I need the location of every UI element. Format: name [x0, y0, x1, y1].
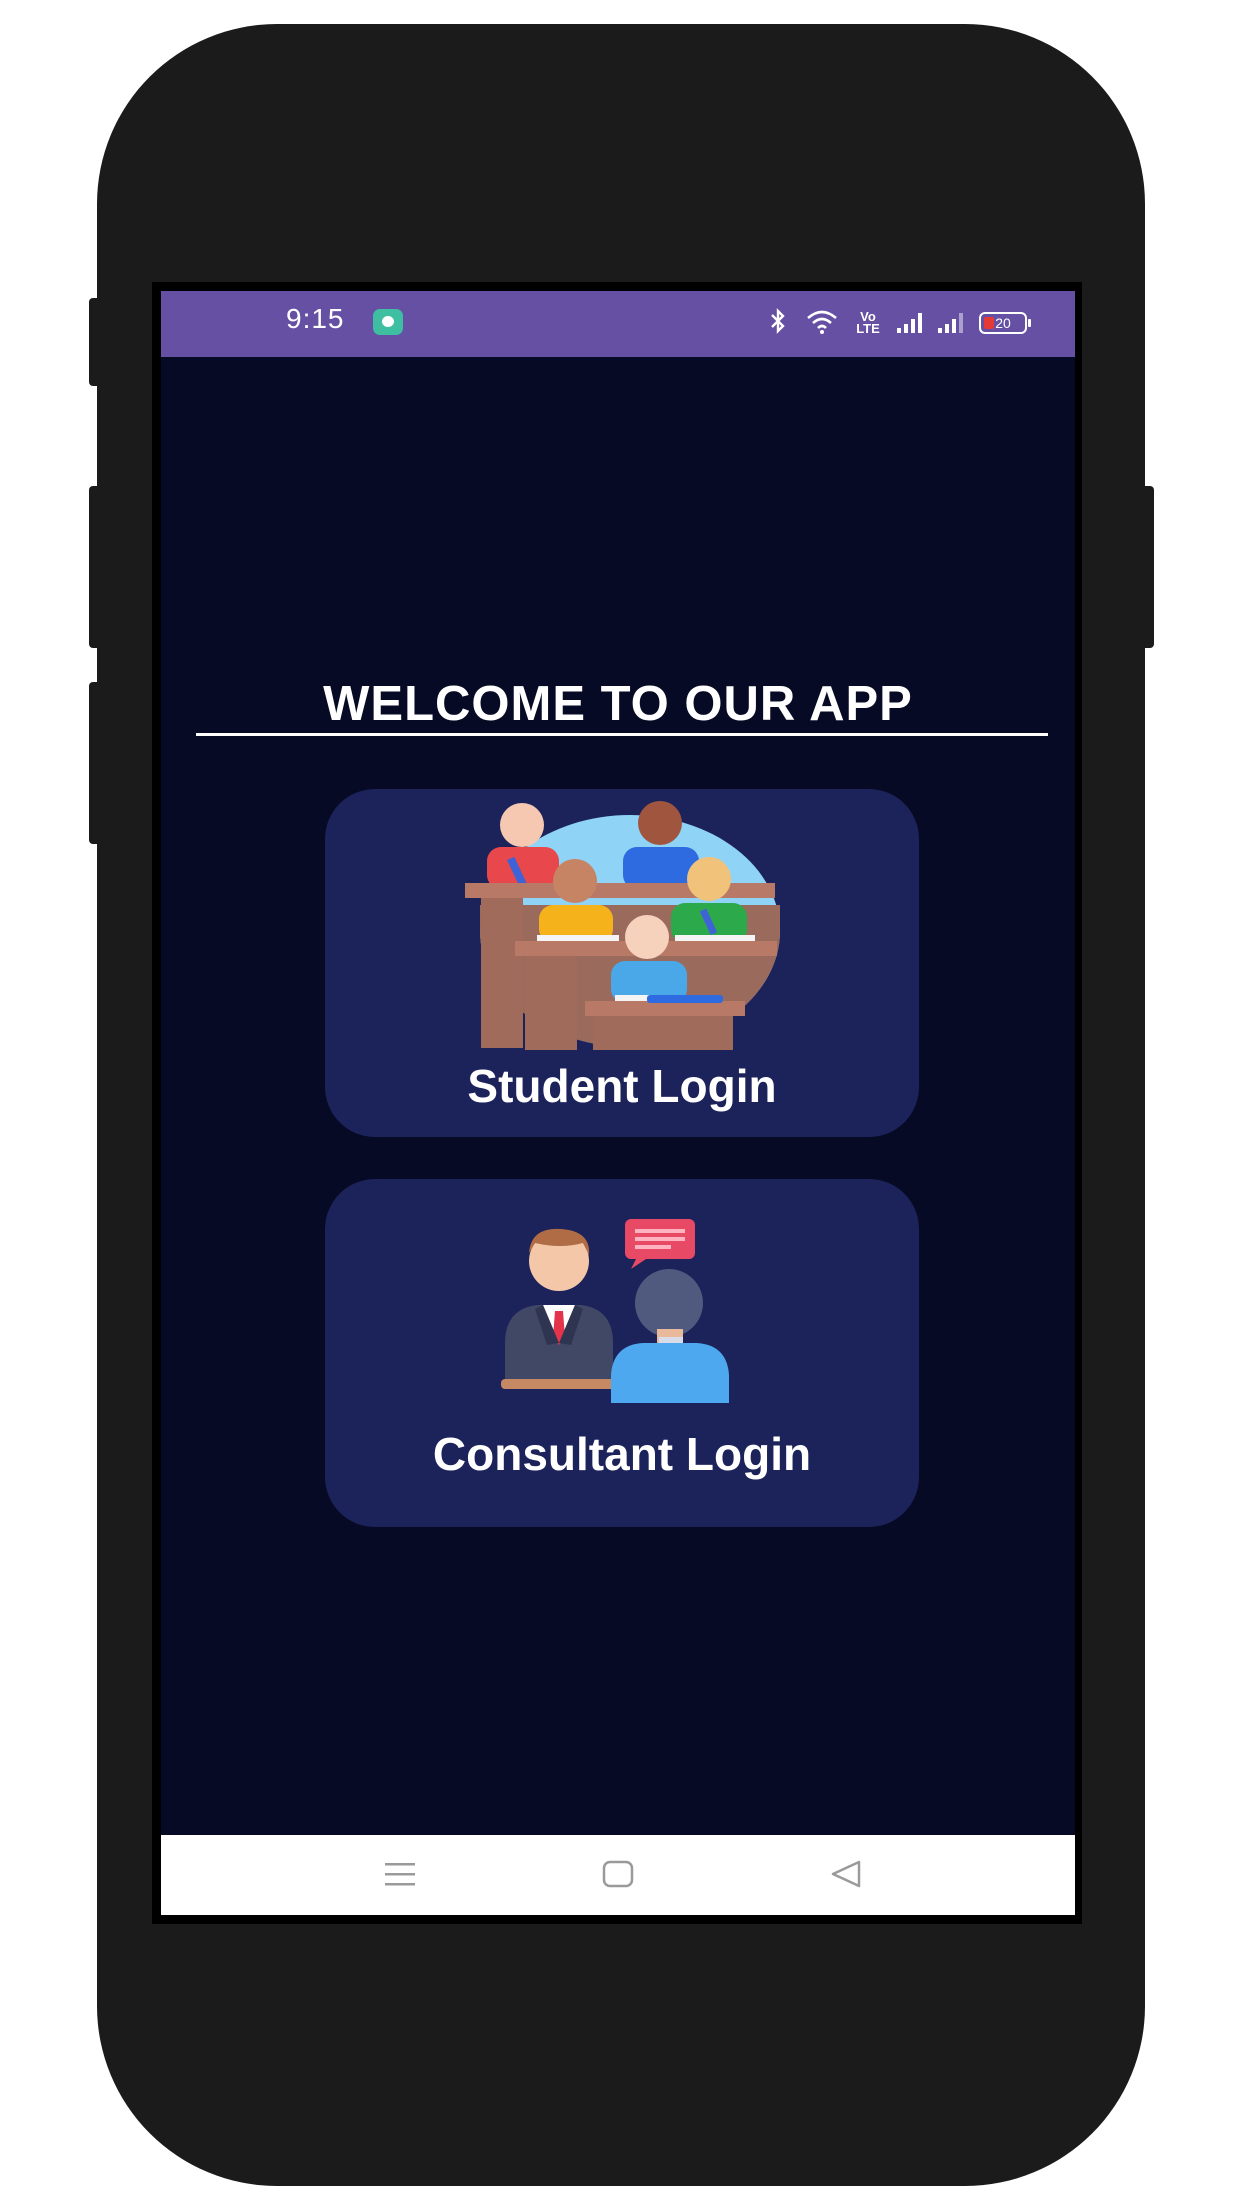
- signal-2-icon: [938, 313, 963, 333]
- back-icon[interactable]: [829, 1857, 863, 1896]
- bluetooth-icon: [767, 308, 789, 338]
- student-login-button[interactable]: Student Login: [325, 789, 919, 1137]
- home-icon[interactable]: [601, 1857, 635, 1896]
- battery-icon: 20: [979, 312, 1031, 334]
- signal-1-icon: [897, 313, 922, 333]
- battery-level: 20: [995, 315, 1011, 331]
- consultant-login-button[interactable]: Consultant Login: [325, 1179, 919, 1527]
- phone-side-button-left-2: [89, 486, 103, 648]
- message-icon: [373, 309, 403, 335]
- app-screen: 9:15 Vo LTE 20 WELCOME TO OUR APP Studen…: [161, 291, 1075, 1915]
- consultant-meeting-icon: [501, 1213, 741, 1418]
- volte-icon: Vo LTE: [856, 309, 880, 336]
- wifi-icon: [805, 308, 839, 339]
- consultant-login-label: Consultant Login: [432, 1428, 812, 1480]
- menu-icon[interactable]: [383, 1857, 417, 1896]
- phone-side-button-right: [1140, 486, 1154, 648]
- classroom-students-icon: [465, 795, 785, 1056]
- title-divider: [196, 733, 1048, 736]
- page-title: WELCOME TO OUR APP: [323, 677, 913, 731]
- student-login-label: Student Login: [467, 1060, 777, 1112]
- status-time: 9:15: [286, 303, 345, 334]
- navigation-bar: [161, 1835, 1075, 1915]
- phone-side-button-left-1: [89, 298, 103, 386]
- status-bar: 9:15 Vo LTE 20: [161, 291, 1075, 357]
- status-icons: Vo LTE 20: [767, 305, 1031, 341]
- phone-side-button-left-3: [89, 682, 103, 844]
